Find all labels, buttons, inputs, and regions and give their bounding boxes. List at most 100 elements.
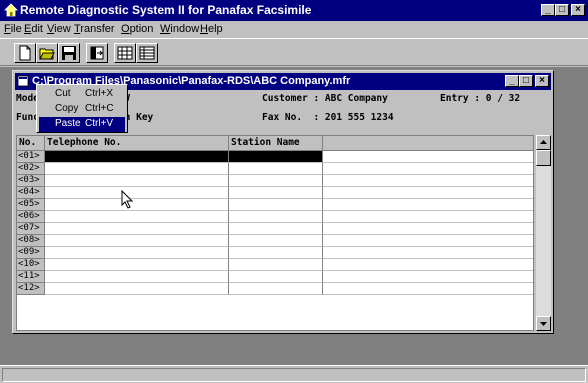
column-header-station[interactable]: Station Name — [229, 136, 323, 151]
scroll-down-button[interactable] — [536, 316, 551, 331]
row-number: <08> — [17, 235, 45, 247]
house-app-icon — [4, 3, 18, 17]
station-cell[interactable] — [229, 199, 323, 211]
open-button[interactable] — [36, 43, 58, 63]
row-number: <02> — [17, 163, 45, 175]
context-paste[interactable]: Paste Ctrl+V — [39, 117, 125, 132]
close-button[interactable]: × — [571, 4, 585, 16]
telephone-cell[interactable] — [45, 199, 229, 211]
telephone-cell[interactable] — [45, 235, 229, 247]
telephone-cell[interactable] — [45, 247, 229, 259]
station-cell[interactable] — [229, 175, 323, 187]
table-row[interactable]: <11> — [17, 271, 533, 283]
row-number: <09> — [17, 247, 45, 259]
arrow-down-icon — [540, 322, 547, 326]
doc-close-button[interactable]: × — [535, 75, 549, 87]
station-cell[interactable] — [229, 271, 323, 283]
station-cell[interactable] — [229, 187, 323, 199]
app-title: Remote Diagnostic System II for Panafax … — [20, 3, 312, 17]
doc-maximize-button[interactable]: □ — [519, 75, 533, 87]
station-cell[interactable] — [229, 247, 323, 259]
minimize-button[interactable]: _ — [541, 4, 555, 16]
telephone-cell[interactable] — [45, 283, 229, 295]
menu-transfer[interactable]: Transfer — [74, 23, 115, 35]
telephone-cell[interactable] — [45, 223, 229, 235]
row-number: <06> — [17, 211, 45, 223]
row-number: <11> — [17, 271, 45, 283]
transfer-button[interactable] — [86, 43, 108, 63]
table-row[interactable]: <03> — [17, 175, 533, 187]
table-row[interactable]: <12> — [17, 283, 533, 295]
doc-minimize-button[interactable]: _ — [505, 75, 519, 87]
context-cut[interactable]: Cut Ctrl+X — [39, 87, 125, 102]
station-cell[interactable] — [229, 151, 323, 163]
context-copy[interactable]: Copy Ctrl+C — [39, 102, 125, 117]
save-button[interactable] — [58, 43, 80, 63]
station-cell[interactable] — [229, 259, 323, 271]
row-number: <07> — [17, 223, 45, 235]
table-row[interactable]: <04> — [17, 187, 533, 199]
menu-view[interactable]: View — [47, 23, 71, 35]
scroll-thumb[interactable] — [536, 150, 551, 166]
station-cell[interactable] — [229, 283, 323, 295]
column-header-telephone[interactable]: Telephone No. — [45, 136, 229, 151]
station-cell[interactable] — [229, 235, 323, 247]
new-button[interactable] — [14, 43, 36, 63]
telephone-cell[interactable] — [45, 271, 229, 283]
telephone-cell[interactable] — [45, 163, 229, 175]
station-cell[interactable] — [229, 163, 323, 175]
telephone-cell[interactable] — [45, 175, 229, 187]
grid-view-button[interactable] — [114, 43, 136, 63]
open-folder-icon — [39, 48, 55, 60]
status-bar — [0, 365, 588, 383]
scroll-up-button[interactable] — [536, 135, 551, 150]
customer-text: Customer : ABC Company — [262, 93, 388, 104]
arrow-up-icon — [540, 140, 547, 144]
telephone-cell[interactable] — [45, 211, 229, 223]
telephone-cell[interactable] — [45, 259, 229, 271]
telephone-cell[interactable] — [45, 151, 229, 163]
menu-edit[interactable]: Edit — [24, 23, 43, 35]
status-panel — [2, 368, 586, 382]
row-number: <05> — [17, 199, 45, 211]
save-disk-icon — [62, 46, 76, 60]
entry-count-text: Entry : 0 / 32 — [440, 93, 521, 104]
table-row[interactable]: <06> — [17, 211, 533, 223]
menu-option[interactable]: Option — [121, 23, 153, 35]
fax-number-text: Fax No. : 201 555 1234 — [262, 112, 394, 123]
one-touch-key-table[interactable]: No. Telephone No. Station Name <01> <02>… — [16, 135, 534, 331]
table-row[interactable]: <10> — [17, 259, 533, 271]
row-number: <12> — [17, 283, 45, 295]
row-number: <01> — [17, 151, 45, 163]
table-row[interactable]: <01> — [17, 151, 533, 163]
table-row[interactable]: <08> — [17, 235, 533, 247]
row-number: <04> — [17, 187, 45, 199]
context-menu: Cut Ctrl+X Copy Ctrl+C Paste Ctrl+V — [36, 84, 128, 133]
station-cell[interactable] — [229, 223, 323, 235]
table-row[interactable]: <02> — [17, 163, 533, 175]
column-header-blank — [323, 136, 533, 151]
transfer-icon — [90, 46, 104, 60]
menu-bar: File Edit View Transfer Option Window He… — [0, 21, 588, 38]
new-document-icon — [19, 45, 31, 61]
vertical-scrollbar[interactable] — [536, 135, 551, 331]
column-header-no[interactable]: No. — [17, 136, 45, 151]
row-number: <10> — [17, 259, 45, 271]
table-row[interactable]: <09> — [17, 247, 533, 259]
menu-file[interactable]: File — [4, 23, 22, 35]
mouse-pointer-icon — [121, 190, 134, 209]
app-title-bar[interactable]: Remote Diagnostic System II for Panafax … — [0, 0, 588, 21]
list-view-icon — [139, 46, 155, 60]
table-row[interactable]: <05> — [17, 199, 533, 211]
grid-view-icon — [117, 46, 133, 60]
menu-window[interactable]: Window — [160, 23, 199, 35]
table-row[interactable]: <07> — [17, 223, 533, 235]
menu-help[interactable]: Help — [200, 23, 223, 35]
list-view-button[interactable] — [136, 43, 158, 63]
row-number: <03> — [17, 175, 45, 187]
toolbar — [0, 38, 588, 66]
maximize-button[interactable]: □ — [555, 4, 569, 16]
station-cell[interactable] — [229, 211, 323, 223]
telephone-cell[interactable] — [45, 187, 229, 199]
document-icon — [17, 75, 29, 87]
